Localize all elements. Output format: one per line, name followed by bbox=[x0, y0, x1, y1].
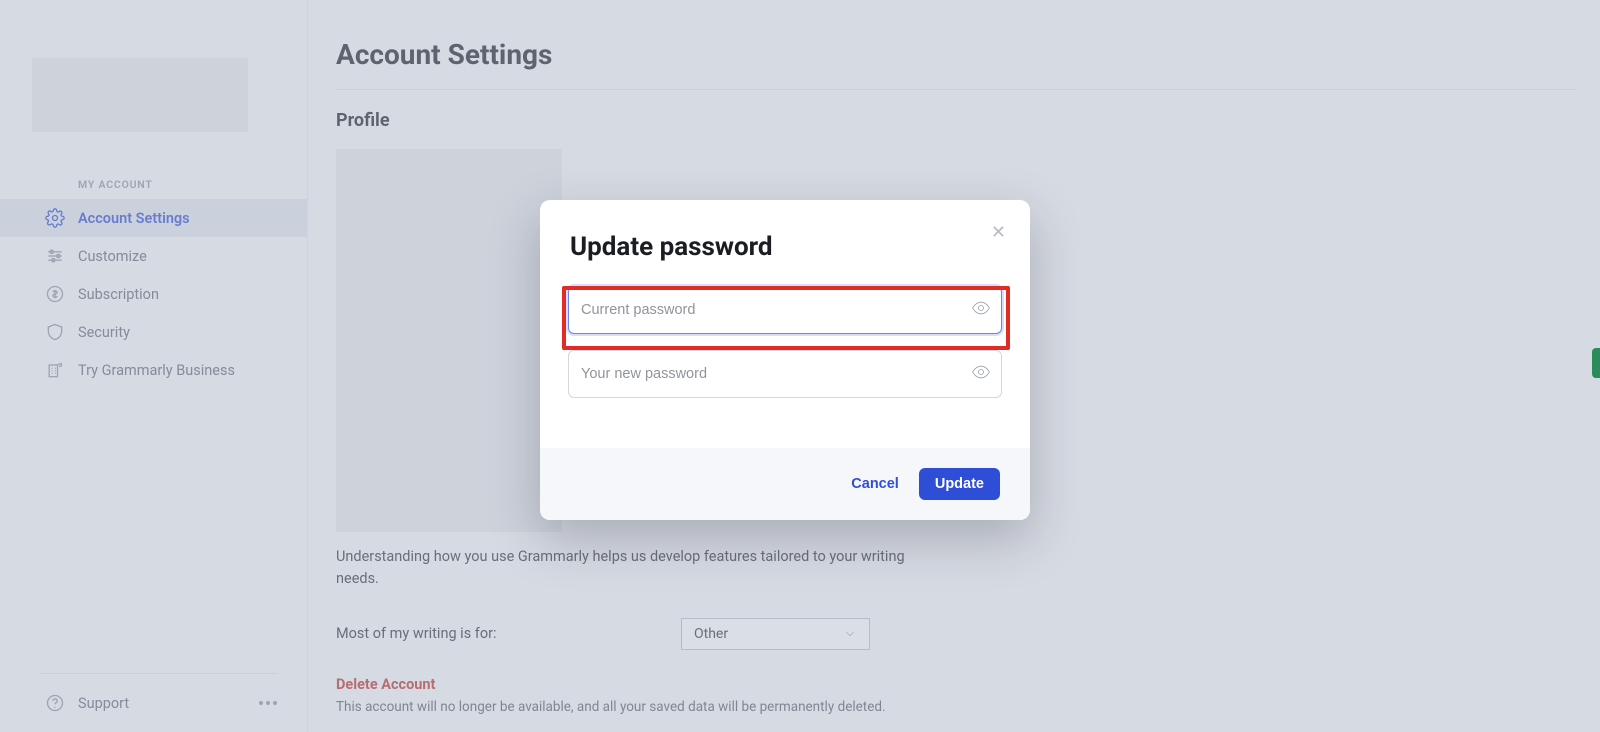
update-button[interactable]: Update bbox=[919, 468, 1000, 500]
current-password-input[interactable] bbox=[569, 287, 1001, 333]
modal-header: Update password ✕ bbox=[540, 200, 1030, 262]
modal-footer: Cancel Update bbox=[540, 448, 1030, 520]
update-password-modal: Update password ✕ Cancel Update bbox=[540, 200, 1030, 520]
eye-icon[interactable] bbox=[971, 298, 991, 322]
current-password-shell bbox=[568, 286, 1002, 334]
feedback-edge-tab[interactable] bbox=[1592, 348, 1600, 378]
modal-body bbox=[540, 262, 1030, 448]
close-icon[interactable]: ✕ bbox=[989, 220, 1008, 245]
cancel-button[interactable]: Cancel bbox=[851, 468, 899, 500]
modal-title: Update password bbox=[570, 232, 773, 262]
new-password-input[interactable] bbox=[569, 351, 1001, 397]
new-password-shell bbox=[568, 350, 1002, 398]
eye-icon[interactable] bbox=[971, 362, 991, 386]
